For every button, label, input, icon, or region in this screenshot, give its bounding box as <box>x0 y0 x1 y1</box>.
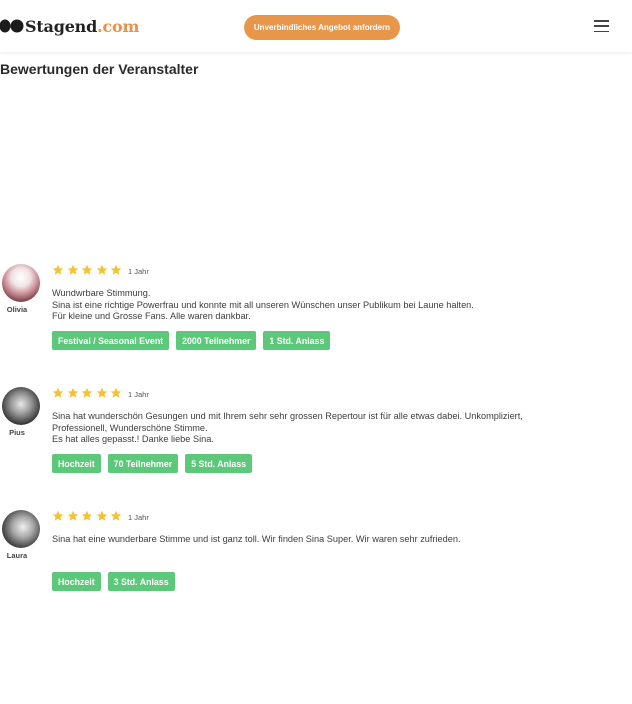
event-type-tag: Hochzeit <box>52 454 101 473</box>
review-age: 1 Jahr <box>128 267 149 276</box>
review-text: Sina hat eine wunderbare Stimme und ist … <box>52 534 622 546</box>
avatar <box>2 387 40 425</box>
star-icon <box>110 264 122 275</box>
request-offer-button[interactable]: Unverbindliches Angebot anfordern <box>244 15 400 40</box>
star-icon <box>110 510 122 521</box>
reviewer-name: Pius <box>9 428 25 437</box>
reviewer-name: Laura <box>6 551 28 560</box>
avatar <box>2 264 40 302</box>
review-text-line: Sina ist eine richtige Powerfrau und kon… <box>52 299 474 310</box>
review-age: 1 Jahr <box>128 390 149 399</box>
duration-tag: 1 Std. Anlass <box>263 331 331 350</box>
review-tags: Festival / Seasonal Event 2000 Teilnehme… <box>52 331 331 350</box>
star-icon <box>81 264 93 275</box>
star-icon <box>110 387 122 398</box>
logo-tld: .com <box>97 16 140 36</box>
star-icon <box>67 387 78 398</box>
review-text-line: Für kleine und Grosse Fans. Alle waren d… <box>52 311 251 321</box>
star-icon <box>81 387 93 398</box>
review-text-line: Sina hat wunderschön Gesungen und mit Ih… <box>52 411 523 421</box>
section-title: Bewertungen der Veranstalter <box>0 61 199 77</box>
star-icon <box>67 264 78 275</box>
reviewer-name: Olivia <box>6 305 28 314</box>
event-type-tag: Festival / Seasonal Event <box>52 331 170 350</box>
review-text-line: Sina hat eine wunderbare Stimme und ist … <box>52 534 461 544</box>
duration-tag: 3 Std. Anlass <box>107 572 175 591</box>
star-icon <box>96 387 107 398</box>
participants-tag: 70 Teilnehmer <box>107 454 179 473</box>
star-icon <box>52 387 64 398</box>
rating-stars <box>52 264 122 276</box>
logo-text: Stagend.com <box>25 16 140 36</box>
review-text-line: Es hat alles gepasst.! Danke liebe Sina. <box>52 434 214 444</box>
review-tags: Hochzeit 3 Std. Anlass <box>52 572 175 591</box>
duration-tag: 5 Std. Anlass <box>185 454 253 473</box>
review-age: 1 Jahr <box>128 513 149 522</box>
star-icon <box>52 264 64 275</box>
star-icon <box>96 264 107 275</box>
logo-mark-icon <box>0 19 24 33</box>
avatar <box>2 510 40 548</box>
logo[interactable]: Stagend.com <box>0 14 139 38</box>
review-tags: Hochzeit 70 Teilnehmer 5 Std. Anlass <box>52 454 253 473</box>
review-text-line: Wundwrbare Stimmung. <box>52 288 151 298</box>
rating-stars <box>52 510 122 522</box>
star-icon <box>52 510 64 521</box>
event-type-tag: Hochzeit <box>52 572 101 591</box>
star-icon <box>81 510 93 521</box>
review-text-line: Professionell, Wunderschöne Stimme. <box>52 422 208 433</box>
participants-tag: 2000 Teilnehmer <box>176 331 257 350</box>
star-icon <box>67 510 78 521</box>
rating-stars <box>52 387 122 399</box>
site-header: Stagend.com Unverbindliches Angebot anfo… <box>0 0 632 52</box>
hamburger-menu-icon[interactable] <box>594 20 609 32</box>
star-icon <box>96 510 107 521</box>
review-text: Wundwrbare Stimmung. Sina ist eine richt… <box>52 288 622 323</box>
review-text: Sina hat wunderschön Gesungen und mit Ih… <box>52 411 622 446</box>
